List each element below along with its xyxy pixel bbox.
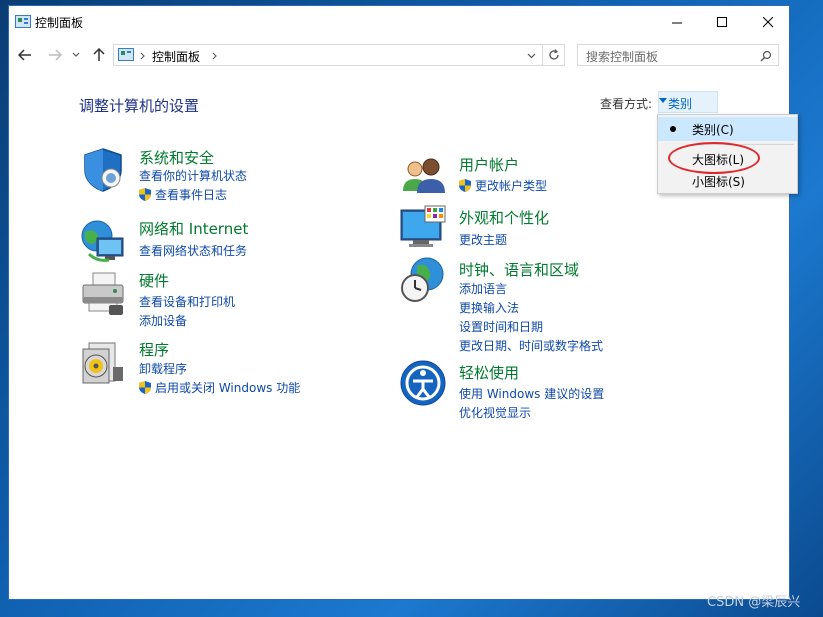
category-link[interactable]: 优化视觉显示	[459, 404, 531, 421]
uac-shield-icon	[459, 179, 471, 192]
breadcrumb[interactable]: 控制面板	[152, 48, 200, 65]
category-ease-of-access: 轻松使用 使用 Windows 建议的设置 优化视觉显示	[399, 359, 679, 421]
category-appearance: 外观和个性化 更改主题	[399, 204, 659, 248]
page-title: 调整计算机的设置	[79, 97, 200, 115]
category-link[interactable]: 使用 Windows 建议的设置	[459, 385, 604, 402]
view-by-value: 类别	[668, 97, 693, 111]
address-bar[interactable]: 控制面板	[113, 44, 543, 66]
category-link[interactable]: 添加语言	[459, 280, 507, 297]
category-link[interactable]: 查看网络状态和任务	[139, 242, 247, 259]
printer-icon[interactable]	[79, 269, 127, 317]
search-input[interactable]: 搜索控制面板	[577, 44, 779, 66]
category-system-security: 系统和安全 查看你的计算机状态 查看事件日志	[79, 146, 339, 202]
category-link-text[interactable]: 启用或关闭 Windows 功能	[155, 381, 300, 395]
category-title[interactable]: 轻松使用	[459, 362, 519, 383]
category-network-internet: 网络和 Internet 查看网络状态和任务	[79, 218, 339, 266]
menu-item-category[interactable]: 类别(C)	[658, 117, 797, 141]
back-arrow-icon	[18, 49, 31, 61]
refresh-button[interactable]	[543, 44, 565, 66]
title-bar[interactable]: 控制面板	[9, 6, 789, 38]
chevron-down-icon[interactable]	[527, 53, 536, 59]
category-programs: 程序 卸载程序 启用或关闭 Windows 功能	[79, 339, 339, 395]
up-arrow-icon	[93, 48, 105, 61]
highlight-annotation-circle	[668, 142, 760, 174]
close-button[interactable]	[745, 6, 791, 38]
network-globe-icon[interactable]	[79, 218, 127, 266]
category-link-with-shield[interactable]: 查看事件日志	[139, 186, 227, 203]
control-panel-window: 控制面板 控制面板 搜索控制面板 调整计算机的设置 查看方式: 类别 系统和安全…	[8, 5, 790, 600]
category-link[interactable]: 更改主题	[459, 231, 507, 248]
view-by-label: 查看方式:	[600, 97, 653, 111]
control-panel-icon	[118, 48, 134, 61]
minimize-icon	[671, 22, 682, 23]
category-title[interactable]: 用户帐户	[459, 154, 519, 175]
recent-locations-button[interactable]	[69, 45, 83, 65]
ease-of-access-icon[interactable]	[399, 359, 447, 407]
category-link-with-shield[interactable]: 更改帐户类型	[459, 177, 547, 194]
category-title[interactable]: 系统和安全	[139, 147, 214, 168]
refresh-icon	[548, 49, 559, 60]
clock-globe-icon[interactable]	[399, 256, 447, 304]
maximize-icon	[716, 16, 727, 27]
uac-shield-icon	[139, 381, 151, 394]
category-link-with-shield[interactable]: 启用或关闭 Windows 功能	[139, 379, 300, 396]
category-link-text[interactable]: 查看事件日志	[155, 188, 227, 202]
menu-item-label: 类别(C)	[692, 123, 734, 137]
view-by-dropdown[interactable]: 类别	[658, 91, 718, 113]
shield-icon[interactable]	[79, 146, 127, 194]
maximize-button[interactable]	[699, 6, 745, 38]
category-clock-region: 时钟、语言和区域 添加语言 更换输入法 设置时间和日期 更改日期、时间或数字格式	[399, 256, 679, 354]
watermark: CSDN @梁辰兴	[707, 595, 801, 610]
back-button[interactable]	[15, 45, 35, 65]
category-title[interactable]: 程序	[139, 339, 169, 360]
monitor-palette-icon[interactable]	[399, 204, 447, 252]
category-hardware: 硬件 查看设备和打印机 添加设备	[79, 269, 339, 328]
category-title[interactable]: 硬件	[139, 270, 169, 291]
chevron-right-icon	[140, 52, 145, 60]
selected-dot-icon	[670, 126, 676, 132]
search-icon[interactable]	[760, 50, 772, 62]
programs-disk-icon[interactable]	[79, 339, 127, 387]
control-panel-icon	[15, 15, 31, 28]
close-icon	[762, 16, 773, 27]
chevron-right-icon[interactable]	[212, 52, 217, 60]
category-title[interactable]: 外观和个性化	[459, 207, 549, 228]
category-title[interactable]: 时钟、语言和区域	[459, 259, 579, 280]
forward-button[interactable]	[45, 45, 65, 65]
category-link[interactable]: 查看你的计算机状态	[139, 167, 247, 184]
chevron-down-icon	[72, 52, 80, 57]
users-icon[interactable]	[399, 151, 447, 199]
category-link[interactable]: 查看设备和打印机	[139, 293, 235, 310]
category-title[interactable]: 网络和 Internet	[139, 218, 248, 239]
search-placeholder: 搜索控制面板	[586, 50, 659, 64]
category-link[interactable]: 设置时间和日期	[459, 318, 543, 335]
category-link[interactable]: 更换输入法	[459, 299, 519, 316]
dropdown-arrow-icon	[659, 98, 667, 103]
menu-item-label: 小图标(S)	[692, 175, 745, 189]
category-link[interactable]: 更改日期、时间或数字格式	[459, 337, 603, 354]
forward-arrow-icon	[49, 49, 62, 61]
navigation-bar: 控制面板 搜索控制面板	[9, 42, 789, 68]
uac-shield-icon	[139, 188, 151, 201]
category-link-text[interactable]: 更改帐户类型	[475, 179, 547, 193]
category-link[interactable]: 添加设备	[139, 312, 187, 329]
category-user-accounts: 用户帐户 更改帐户类型	[399, 151, 659, 195]
window-title: 控制面板	[35, 16, 84, 30]
category-link[interactable]: 卸载程序	[139, 360, 187, 377]
minimize-button[interactable]	[654, 6, 700, 38]
up-button[interactable]	[89, 45, 109, 65]
